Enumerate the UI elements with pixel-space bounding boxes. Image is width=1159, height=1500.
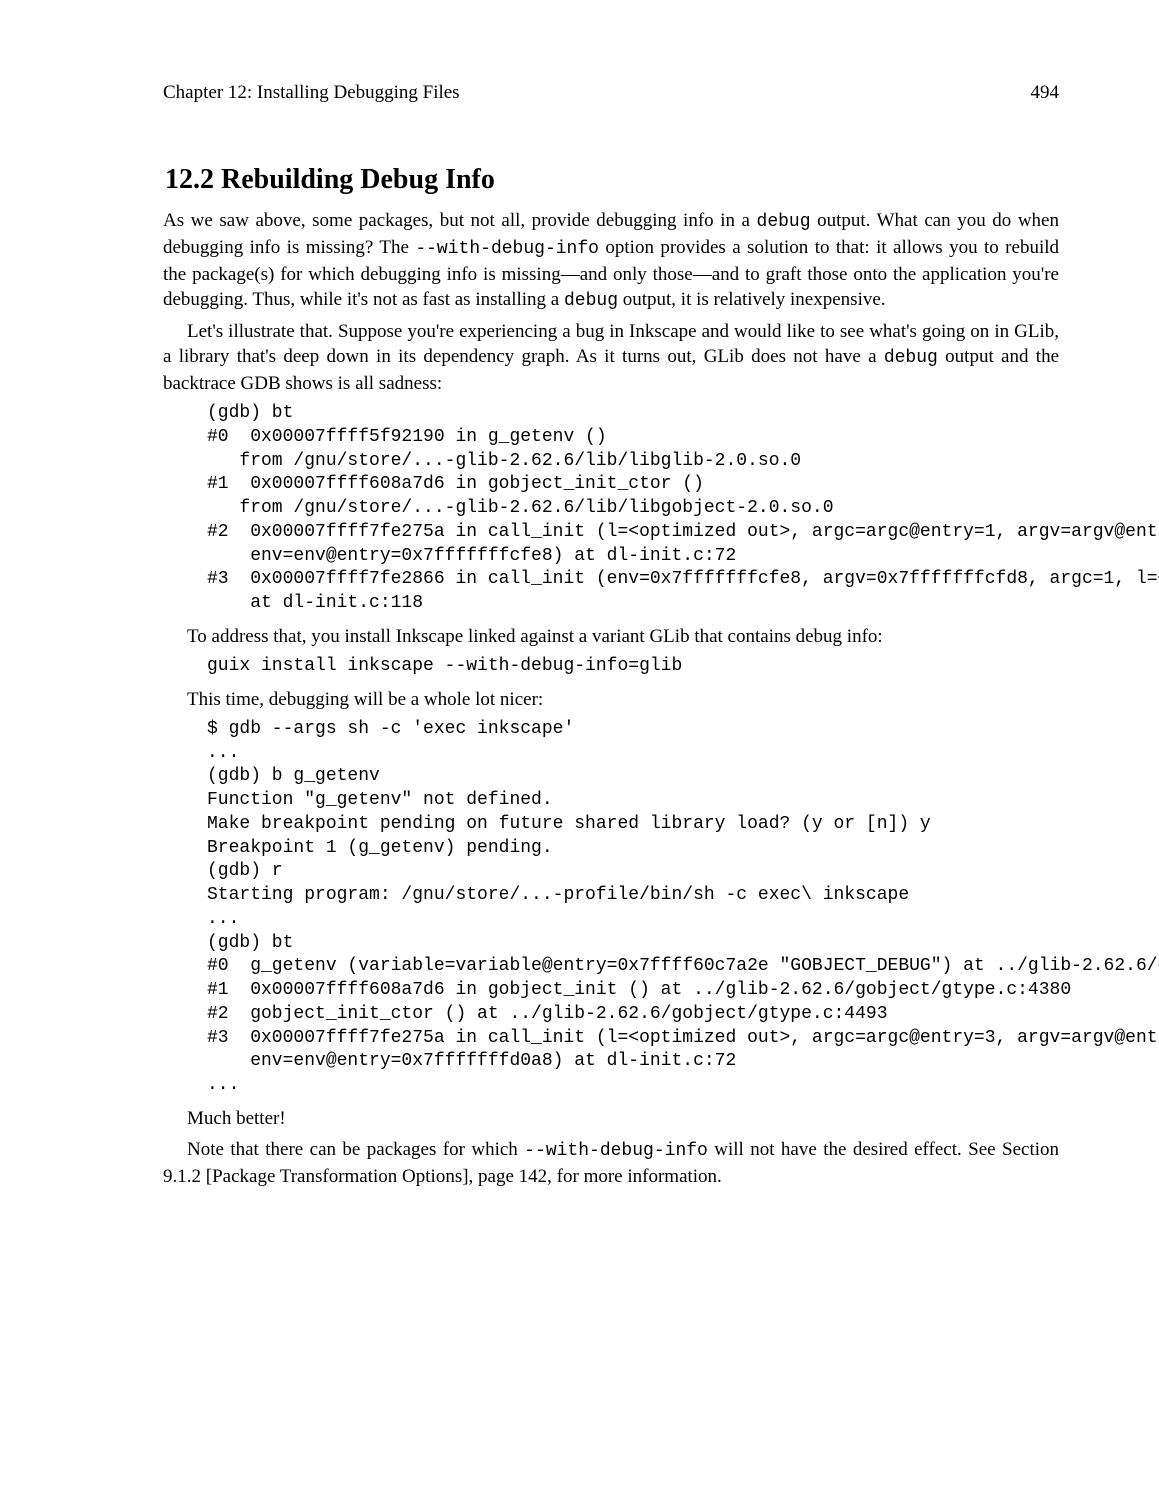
page: Chapter 12: Installing Debugging Files 4… <box>0 0 1159 1500</box>
text-run: Note that there can be packages for whic… <box>187 1139 524 1160</box>
inline-code: debug <box>757 212 811 232</box>
paragraph-3: To address that, you install Inkscape li… <box>163 624 1059 649</box>
paragraph-5: Much better! <box>163 1106 1059 1131</box>
chapter-label: Chapter 12: Installing Debugging Files <box>163 82 460 104</box>
paragraph-6: Note that there can be packages for whic… <box>163 1137 1059 1189</box>
section-heading: 12.2 Rebuilding Debug Info <box>163 164 1059 196</box>
inline-code: debug <box>884 348 938 368</box>
inline-code: --with-debug-info <box>415 239 599 259</box>
inline-code: debug <box>564 291 618 311</box>
paragraph-4: This time, debugging will be a whole lot… <box>163 687 1059 712</box>
page-number: 494 <box>1031 82 1060 104</box>
inline-code: --with-debug-info <box>524 1141 708 1161</box>
code-block-1: (gdb) bt #0 0x00007ffff5f92190 in g_gete… <box>207 402 1059 616</box>
paragraph-1: As we saw above, some packages, but not … <box>163 208 1059 313</box>
code-block-2: guix install inkscape --with-debug-info=… <box>207 655 1059 679</box>
running-head: Chapter 12: Installing Debugging Files 4… <box>163 82 1059 104</box>
paragraph-2: Let's illustrate that. Suppose you're ex… <box>163 319 1059 396</box>
text-run: As we saw above, some packages, but not … <box>163 210 757 231</box>
text-run: output, it is relatively inexpensive. <box>618 289 886 310</box>
code-block-3: $ gdb --args sh -c 'exec inkscape' ... (… <box>207 718 1059 1098</box>
